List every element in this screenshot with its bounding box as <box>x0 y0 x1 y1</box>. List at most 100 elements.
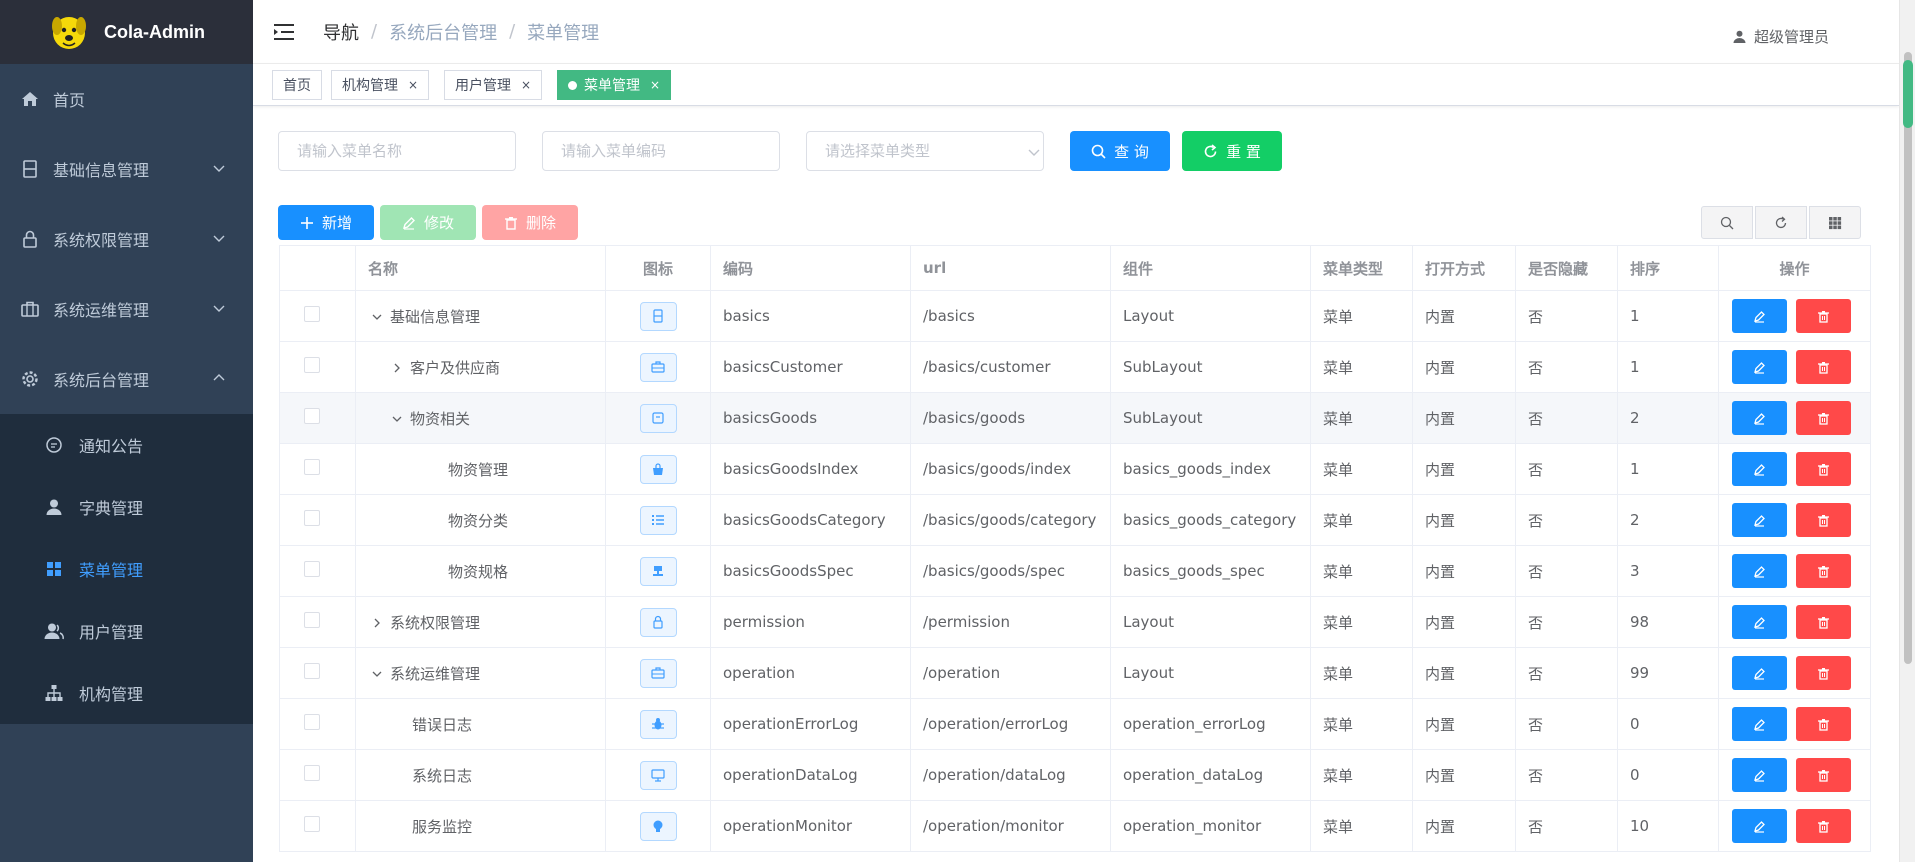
breadcrumb-item[interactable]: 系统后台管理 <box>389 19 497 45</box>
row-delete-button[interactable] <box>1796 758 1851 792</box>
sidebar-item-notice[interactable]: 通知公告 <box>0 414 253 476</box>
table-row[interactable]: 系统日志 operationDataLog/operation/dataLog op… <box>279 749 1871 801</box>
table-row[interactable]: 物资相关 basicsGoods/basics/goods SubLayout 菜单内… <box>279 392 1871 444</box>
user-menu[interactable]: 超级管理员 <box>1733 26 1829 47</box>
sort-cell: 2 <box>1617 494 1719 546</box>
sidebar-item-basics[interactable]: 基础信息管理 <box>0 134 253 204</box>
row-delete-button[interactable] <box>1796 809 1851 843</box>
row-checkbox[interactable] <box>304 357 320 373</box>
row-delete-button[interactable] <box>1796 554 1851 588</box>
row-checkbox[interactable] <box>304 663 320 679</box>
row-checkbox[interactable] <box>304 459 320 475</box>
close-icon[interactable]: × <box>521 78 531 92</box>
edit-icon <box>1754 514 1765 527</box>
table-row[interactable]: 系统运维管理 operation/operation Layout 菜单 内置否 99 <box>279 647 1871 699</box>
row-checkbox[interactable] <box>304 612 320 628</box>
menu-type-select[interactable] <box>806 131 1044 171</box>
row-edit-button[interactable] <box>1732 299 1787 333</box>
refresh-button[interactable] <box>1755 206 1807 239</box>
sidebar-item-home[interactable]: 首页 <box>0 64 253 134</box>
row-edit-button[interactable] <box>1732 503 1787 537</box>
row-delete-button[interactable] <box>1796 707 1851 741</box>
row-checkbox[interactable] <box>304 306 320 322</box>
hamburger-icon[interactable] <box>273 22 295 42</box>
trash-icon <box>1818 616 1829 629</box>
add-button[interactable]: 新增 <box>278 205 374 240</box>
row-edit-button[interactable] <box>1732 452 1787 486</box>
row-delete-button[interactable] <box>1796 503 1851 537</box>
edit-button[interactable]: 修改 <box>380 205 476 240</box>
search-button[interactable]: 查 询 <box>1070 131 1170 171</box>
menu-name: 基础信息管理 <box>390 307 481 326</box>
table-row[interactable]: 系统权限管理 permission/permission Layout 菜单 内置否 98 <box>279 596 1871 648</box>
table-row[interactable]: 服务监控 operationMonitor/operation/monitor op… <box>279 800 1871 852</box>
sidebar-item-permission[interactable]: 系统权限管理 <box>0 204 253 274</box>
sidebar-item-org[interactable]: 机构管理 <box>0 662 253 724</box>
chevron-down-icon[interactable] <box>370 667 384 681</box>
menu-name-input[interactable] <box>278 131 516 171</box>
row-edit-button[interactable] <box>1732 758 1787 792</box>
icon-cell <box>605 494 711 546</box>
tag-org[interactable]: 机构管理 × <box>331 70 430 100</box>
menu-code-input[interactable] <box>542 131 780 171</box>
url-cell: /operation <box>910 647 1111 699</box>
table-row[interactable]: 基础信息管理 basics/basics Layout 菜单 内置否 1 <box>279 290 1871 342</box>
row-checkbox[interactable] <box>304 408 320 424</box>
table-row[interactable]: 错误日志 operationErrorLog/operation/errorLog… <box>279 698 1871 750</box>
row-edit-button[interactable] <box>1732 707 1787 741</box>
row-delete-button[interactable] <box>1796 299 1851 333</box>
table-row[interactable]: 物资规格 basicsGoodsSpec/basics/goods/spec bas… <box>279 545 1871 597</box>
row-checkbox[interactable] <box>304 714 320 730</box>
tag-users[interactable]: 用户管理 × <box>444 70 543 100</box>
trash-icon <box>1818 361 1829 374</box>
row-checkbox[interactable] <box>304 765 320 781</box>
row-edit-button[interactable] <box>1732 350 1787 384</box>
row-delete-button[interactable] <box>1796 452 1851 486</box>
sidebar-item-dict[interactable]: 字典管理 <box>0 476 253 538</box>
row-delete-button[interactable] <box>1796 605 1851 639</box>
sidebar-item-users[interactable]: 用户管理 <box>0 600 253 662</box>
table-row[interactable]: 物资分类 basicsGoodsCategory/basics/goods/cat… <box>279 494 1871 546</box>
table-row[interactable]: 客户及供应商 basicsCustomer/basics/customer SubL… <box>279 341 1871 393</box>
component-cell: Layout <box>1110 596 1311 648</box>
scrollbar-thumb[interactable] <box>1904 52 1912 664</box>
row-checkbox[interactable] <box>304 510 320 526</box>
row-edit-button[interactable] <box>1732 656 1787 690</box>
sidebar-item-operation[interactable]: 系统运维管理 <box>0 274 253 344</box>
row-edit-button[interactable] <box>1732 605 1787 639</box>
close-icon[interactable]: × <box>650 78 660 92</box>
toggle-search-button[interactable] <box>1701 206 1753 239</box>
close-icon[interactable]: × <box>408 78 418 92</box>
reset-button-label: 重 置 <box>1226 142 1261 161</box>
sidebar-item-menu[interactable]: 菜单管理 <box>0 538 253 600</box>
hidden-cell: 否 <box>1515 698 1618 750</box>
columns-button[interactable] <box>1809 206 1861 239</box>
row-edit-button[interactable] <box>1732 401 1787 435</box>
row-checkbox[interactable] <box>304 561 320 577</box>
active-dot-icon <box>568 80 577 90</box>
url-cell: /basics/goods <box>910 392 1111 444</box>
row-edit-button[interactable] <box>1732 809 1787 843</box>
plus-icon <box>300 216 313 229</box>
chevron-down-icon[interactable] <box>370 310 384 324</box>
breadcrumb-item[interactable]: 导航 <box>323 19 359 45</box>
edit-icon <box>1754 820 1765 833</box>
row-delete-button[interactable] <box>1796 656 1851 690</box>
open-cell: 内置 <box>1412 749 1516 801</box>
sidebar-item-system[interactable]: 系统后台管理 <box>0 344 253 414</box>
tag-home[interactable]: 首页 <box>272 70 322 100</box>
reset-button[interactable]: 重 置 <box>1182 131 1282 171</box>
row-delete-button[interactable] <box>1796 350 1851 384</box>
row-checkbox-cell <box>279 392 356 444</box>
row-checkbox[interactable] <box>304 816 320 832</box>
vertical-scrollbar[interactable] <box>1899 0 1915 862</box>
table-row[interactable]: 物资管理 basicsGoodsIndex/basics/goods/index b… <box>279 443 1871 495</box>
chevron-right-icon[interactable] <box>390 361 404 375</box>
row-edit-button[interactable] <box>1732 554 1787 588</box>
row-delete-button[interactable] <box>1796 401 1851 435</box>
chevron-down-icon[interactable] <box>390 412 404 426</box>
delete-button[interactable]: 删除 <box>482 205 578 240</box>
tag-menu[interactable]: 菜单管理 × <box>557 70 672 100</box>
sidebar-item-label: 系统后台管理 <box>53 371 150 390</box>
chevron-right-icon[interactable] <box>370 616 384 630</box>
